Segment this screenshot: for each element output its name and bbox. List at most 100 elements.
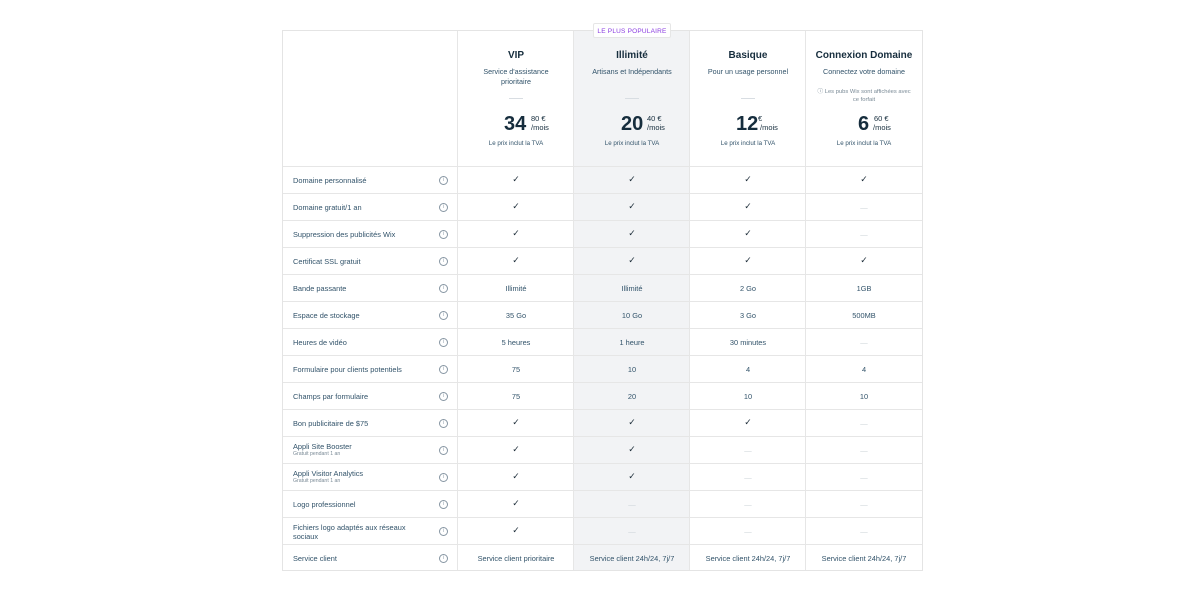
feature-value: — xyxy=(860,230,868,239)
plan-price: 20 40 € /mois xyxy=(574,113,690,135)
feature-name: Bon publicitaire de $75 xyxy=(293,419,369,428)
feature-value: 1 heure xyxy=(619,338,645,347)
feature-value: — xyxy=(860,527,868,536)
feature-value: Illimité xyxy=(505,284,527,293)
feature-name: Fichiers logo adaptés aux réseaux sociau… xyxy=(293,523,406,541)
feature-row: Domaine gratuit/1 an i ✓ ✓ ✓ — xyxy=(283,193,922,220)
plan-note: ⓘ Les pubs Wix sont affichées avec ce fo… xyxy=(817,89,911,103)
tax-note: Le prix inclut la TVA xyxy=(720,140,776,147)
feature-value: 4 xyxy=(861,365,867,374)
plan-name: Basique xyxy=(728,50,768,61)
plan-price: 6 60 € /mois xyxy=(806,113,922,135)
feature-name: Service client xyxy=(293,554,337,563)
plan-separator xyxy=(625,98,639,99)
plan-name: VIP xyxy=(507,50,525,61)
feature-value: Service client 24h/24, 7j/7 xyxy=(821,554,907,563)
feature-name: Formulaire pour clients potentiels xyxy=(293,365,402,374)
info-icon[interactable]: i xyxy=(439,527,448,536)
feature-value: 75 xyxy=(511,365,521,374)
feature-value: ✓ xyxy=(512,417,520,427)
price-period: /mois xyxy=(647,123,665,132)
tax-note: Le prix inclut la TVA xyxy=(836,140,892,147)
info-icon[interactable]: i xyxy=(439,419,448,428)
feature-row: Appli Site Booster Gratuit pendant 1 an … xyxy=(283,436,922,463)
feature-value: 10 xyxy=(859,392,869,401)
price-cents: € xyxy=(758,114,763,123)
feature-row: Appli Visitor Analytics Gratuit pendant … xyxy=(283,463,922,490)
price-integer: 20 xyxy=(621,113,644,135)
feature-value: — xyxy=(744,500,752,509)
feature-label: Champs par formulaire xyxy=(293,392,443,401)
feature-value: ✓ xyxy=(744,228,752,238)
feature-value: ✓ xyxy=(744,255,752,265)
info-icon[interactable]: i xyxy=(439,365,448,374)
info-icon[interactable]: i xyxy=(439,257,448,266)
feature-name: Domaine personnalisé xyxy=(293,176,367,185)
feature-value: 10 xyxy=(743,392,753,401)
feature-label: Domaine personnalisé xyxy=(293,176,443,185)
feature-name: Appli Site Booster xyxy=(293,442,352,451)
feature-value: ✓ xyxy=(860,255,868,265)
feature-value: 35 Go xyxy=(505,311,527,320)
feature-row: Formulaire pour clients potentiels i 75 10… xyxy=(283,355,922,382)
feature-value: Service client 24h/24, 7j/7 xyxy=(705,554,791,563)
feature-value: ✓ xyxy=(512,444,520,454)
info-icon[interactable]: i xyxy=(439,392,448,401)
feature-label: Domaine gratuit/1 an xyxy=(293,203,443,212)
feature-label: Service client xyxy=(293,554,443,563)
feature-name: Domaine gratuit/1 an xyxy=(293,203,362,212)
feature-label: Espace de stockage xyxy=(293,311,443,320)
feature-value: ✓ xyxy=(628,255,636,265)
feature-name: Heures de vidéo xyxy=(293,338,347,347)
price-integer: 34 xyxy=(504,113,527,135)
feature-value: — xyxy=(860,500,868,509)
feature-row: Certificat SSL gratuit i ✓ ✓ ✓ ✓ xyxy=(283,247,922,274)
feature-value: ✓ xyxy=(628,417,636,427)
price-period: /mois xyxy=(760,123,778,132)
feature-name: Logo professionnel xyxy=(293,500,356,509)
plan-header-0: VIP Service d'assistance prioritaire 34 … xyxy=(458,31,574,166)
feature-label: Certificat SSL gratuit xyxy=(293,257,443,266)
plan-description: Pour un usage personnel xyxy=(707,67,789,76)
feature-value: Service client prioritaire xyxy=(477,554,555,563)
feature-value: 10 Go xyxy=(621,311,643,320)
feature-value: ✓ xyxy=(628,444,636,454)
info-icon[interactable]: i xyxy=(439,203,448,212)
info-icon[interactable]: i xyxy=(439,473,448,482)
feature-name: Suppression des publicités Wix xyxy=(293,230,396,239)
info-icon[interactable]: i xyxy=(439,338,448,347)
feature-value: ✓ xyxy=(744,417,752,427)
feature-value: 30 minutes xyxy=(729,338,767,347)
info-icon[interactable]: i xyxy=(439,230,448,239)
feature-value: ✓ xyxy=(744,174,752,184)
feature-label: Bon publicitaire de $75 xyxy=(293,419,443,428)
info-icon[interactable]: i xyxy=(439,446,448,455)
info-icon[interactable]: i xyxy=(439,500,448,509)
plan-price: 34 80 € /mois xyxy=(458,113,574,135)
info-icon[interactable]: i xyxy=(439,554,448,563)
plan-name: Illimité xyxy=(616,50,648,61)
info-icon[interactable]: i xyxy=(439,176,448,185)
feature-row: Espace de stockage i 35 Go 10 Go 3 Go 500MB xyxy=(283,301,922,328)
plan-description: Connectez votre domaine xyxy=(823,67,905,76)
price-period: /mois xyxy=(531,123,549,132)
plan-separator xyxy=(509,98,523,99)
feature-label: Suppression des publicités Wix xyxy=(293,230,443,239)
plan-header-1: Illimité Artisans et Indépendants 20 40 … xyxy=(574,31,690,166)
feature-name: Appli Visitor Analytics xyxy=(293,469,364,478)
feature-value: — xyxy=(744,473,752,482)
plan-name: Connexion Domaine xyxy=(815,50,913,61)
feature-value: 75 xyxy=(511,392,521,401)
feature-value: 4 xyxy=(745,365,751,374)
feature-name: Bande passante xyxy=(293,284,347,293)
feature-value: Service client 24h/24, 7j/7 xyxy=(589,554,675,563)
feature-row: Heures de vidéo i 5 heures 1 heure 30 minut… xyxy=(283,328,922,355)
price-period: /mois xyxy=(873,123,891,132)
info-icon[interactable]: i xyxy=(439,284,448,293)
info-icon[interactable]: i xyxy=(439,311,448,320)
feature-label: Appli Site Booster Gratuit pendant 1 an xyxy=(293,442,443,457)
feature-value: ✓ xyxy=(512,498,520,508)
feature-value: ✓ xyxy=(512,255,520,265)
price-integer: 12 xyxy=(736,113,759,135)
feature-row: Bon publicitaire de $75 i ✓ ✓ ✓ — xyxy=(283,409,922,436)
